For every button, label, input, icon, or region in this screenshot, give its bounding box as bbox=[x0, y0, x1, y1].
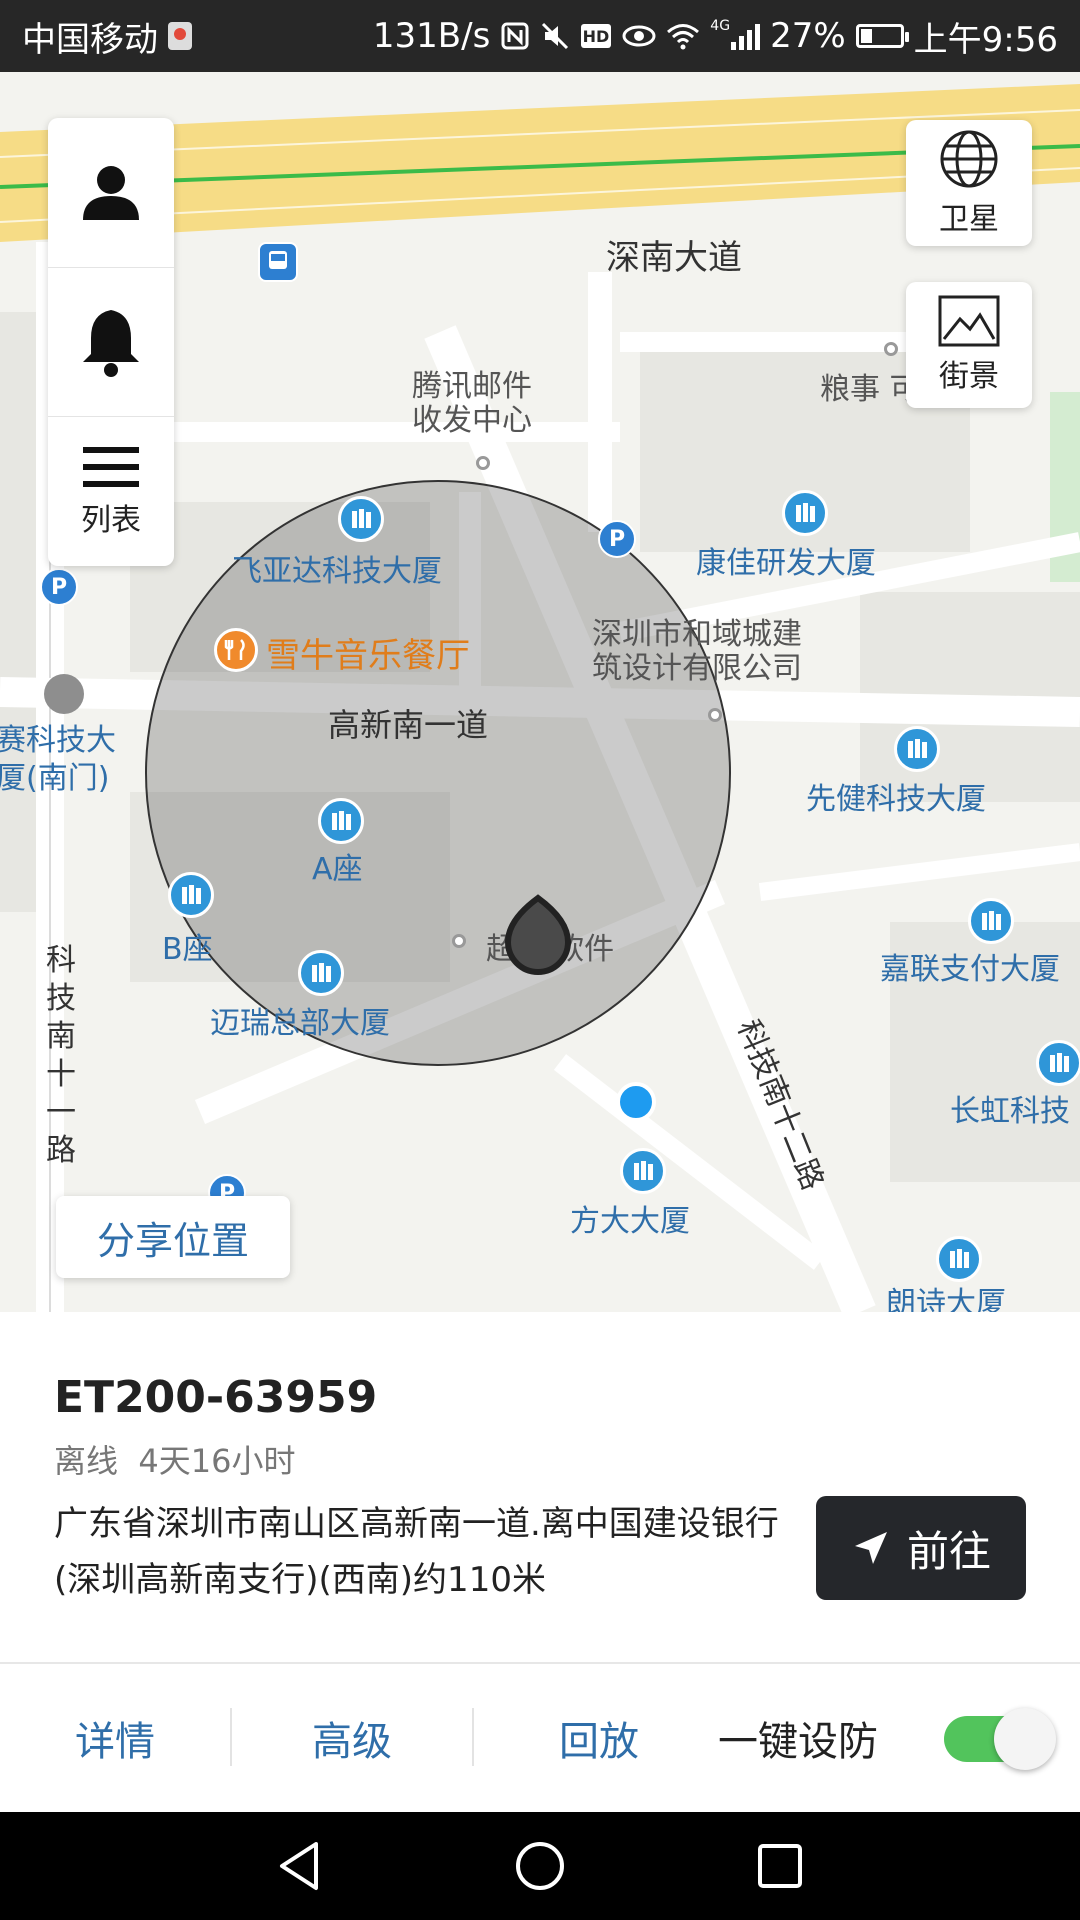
home-icon bbox=[516, 1842, 564, 1890]
action-bar: 详情 高级 回放 一键设防 bbox=[0, 1664, 1080, 1812]
poi-label-tencent: 腾讯邮件 收发中心 bbox=[412, 369, 532, 438]
carrier-label: 中国移动 bbox=[22, 19, 158, 60]
poi-label-b-zuo: B座 bbox=[162, 932, 213, 967]
building-icon[interactable] bbox=[894, 726, 940, 772]
svg-text:HD: HD bbox=[583, 27, 610, 46]
user-button[interactable] bbox=[48, 118, 174, 268]
building-icon[interactable] bbox=[620, 1148, 666, 1194]
device-name: ET200-63959 bbox=[54, 1372, 378, 1423]
share-location-button[interactable]: 分享位置 bbox=[56, 1196, 290, 1278]
battery-icon bbox=[855, 24, 909, 48]
mute-icon bbox=[540, 21, 570, 51]
my-location-dot bbox=[616, 1082, 656, 1122]
poi-dot bbox=[452, 934, 466, 948]
status-bar: 中国移动 131B/s HD 4G 27% 上午9:56 bbox=[0, 0, 1080, 72]
poi-label-langshi: 朗诗大厦 bbox=[886, 1286, 1006, 1312]
building-icon[interactable] bbox=[936, 1236, 982, 1282]
road-label-keji11: 科技南十一路 bbox=[46, 943, 76, 1168]
building-icon[interactable] bbox=[318, 798, 364, 844]
offline-duration: 4天16小时 bbox=[138, 1442, 296, 1480]
poi-label-xueniu: 雪牛音乐餐厅 bbox=[266, 636, 470, 676]
playback-button[interactable]: 回放 bbox=[474, 1664, 724, 1812]
user-icon bbox=[83, 166, 139, 221]
system-nav-bar bbox=[0, 1812, 1080, 1920]
signal-icon: 4G bbox=[710, 18, 761, 50]
poi-label-feiyada: 飞亚达科技大厦 bbox=[232, 554, 442, 589]
poi-label-heyu: 深圳市和域城建 筑设计有限公司 bbox=[592, 617, 802, 686]
road-label-shennan: 深南大道 bbox=[606, 238, 742, 278]
street-view-button-label: 街景 bbox=[939, 359, 999, 394]
alarm-button[interactable] bbox=[48, 268, 174, 418]
image-icon bbox=[938, 295, 1000, 347]
nfc-icon bbox=[500, 21, 530, 51]
navigate-button-label: 前往 bbox=[906, 1526, 991, 1576]
navigate-button[interactable]: 前往 bbox=[816, 1496, 1026, 1600]
building-icon[interactable] bbox=[298, 950, 344, 996]
poi-label-saisai: 赛科技大 厦(南门) bbox=[0, 723, 116, 796]
home-button[interactable] bbox=[480, 1812, 600, 1920]
building-icon[interactable] bbox=[782, 490, 828, 536]
list-button-label: 列表 bbox=[81, 502, 141, 538]
toggle-knob bbox=[994, 1708, 1056, 1770]
road-label-gaoxin: 高新南一道 bbox=[328, 706, 489, 744]
building-icon[interactable] bbox=[1036, 1040, 1080, 1086]
device-address: 广东省深圳市南山区高新南一道.离中国建设银行(深圳高新南支行)(西南)约110米 bbox=[54, 1504, 779, 1600]
building-icon[interactable] bbox=[338, 496, 384, 542]
poi-label-xianjian: 先健科技大厦 bbox=[806, 782, 986, 817]
location-pin-icon bbox=[166, 20, 194, 52]
recents-icon bbox=[758, 1844, 802, 1888]
device-status-text: 离线 bbox=[54, 1442, 119, 1480]
network-speed: 131B/s bbox=[372, 16, 491, 56]
poi-label-cushi: 粮事 可 bbox=[820, 372, 920, 407]
satellite-button-label: 卫星 bbox=[939, 202, 999, 237]
poi-dot bbox=[476, 456, 490, 470]
recents-button[interactable] bbox=[720, 1812, 840, 1920]
map-view[interactable]: 深南大道 高新南一道 科技南十二路 科技南十一路 腾讯邮件 收发中心 粮事 可 … bbox=[0, 72, 1080, 1312]
back-button[interactable] bbox=[240, 1812, 360, 1920]
network-type: 4G bbox=[710, 18, 731, 34]
exit-icon bbox=[44, 674, 84, 714]
restaurant-icon[interactable] bbox=[214, 628, 258, 672]
poi-label-a-zuo: A座 bbox=[312, 852, 363, 887]
building-icon[interactable] bbox=[968, 898, 1014, 944]
bus-stop-icon[interactable] bbox=[258, 242, 298, 282]
parking-icon[interactable]: P bbox=[40, 568, 78, 606]
eye-icon bbox=[622, 24, 656, 48]
details-button[interactable]: 详情 bbox=[0, 1664, 230, 1812]
list-icon bbox=[83, 446, 139, 487]
device-info-panel: ET200-63959 离线 4天16小时 广东省深圳市南山区高新南一道.离中国… bbox=[0, 1312, 1080, 1662]
building-icon[interactable] bbox=[168, 872, 214, 918]
navigation-arrow-icon bbox=[854, 1532, 887, 1564]
advanced-button[interactable]: 高级 bbox=[232, 1664, 472, 1812]
poi-label-kangjia: 康佳研发大厦 bbox=[696, 546, 876, 581]
bell-icon bbox=[83, 310, 139, 377]
hd-icon: HD bbox=[580, 23, 612, 49]
poi-label-fangda: 方大大厦 bbox=[570, 1204, 690, 1239]
battery-percent: 27% bbox=[770, 16, 846, 56]
poi-label-changhong: 长虹科技 bbox=[950, 1094, 1070, 1129]
device-marker-icon[interactable] bbox=[502, 894, 574, 978]
street-view-button[interactable]: 街景 bbox=[906, 282, 1032, 408]
poi-label-jialian: 嘉联支付大厦 bbox=[880, 952, 1060, 987]
back-icon bbox=[280, 1842, 318, 1890]
clock: 上午9:56 bbox=[913, 19, 1058, 60]
device-status: 离线 4天16小时 bbox=[54, 1436, 295, 1482]
globe-icon bbox=[940, 130, 998, 188]
list-button[interactable]: 列表 bbox=[48, 417, 174, 566]
parking-icon[interactable]: P bbox=[598, 520, 636, 558]
arm-label: 一键设防 bbox=[718, 1719, 878, 1765]
poi-dot bbox=[884, 342, 898, 356]
poi-label-mairui: 迈瑞总部大厦 bbox=[210, 1006, 390, 1041]
wifi-icon bbox=[666, 22, 700, 50]
map-control-panel: 列表 bbox=[48, 118, 174, 566]
arm-toggle[interactable] bbox=[944, 1708, 1056, 1770]
poi-dot bbox=[708, 708, 722, 722]
satellite-button[interactable]: 卫星 bbox=[906, 120, 1032, 246]
